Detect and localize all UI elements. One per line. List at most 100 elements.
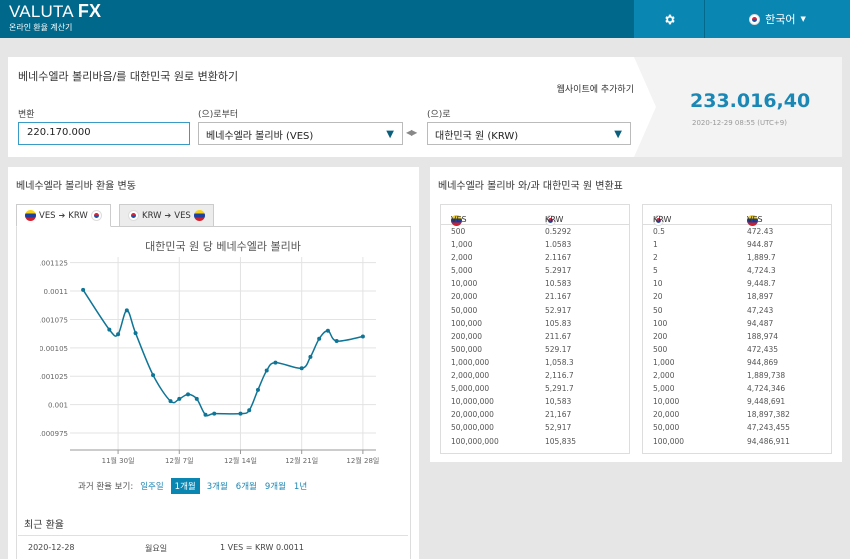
table-row: 100 94,487 <box>643 317 831 330</box>
history-title: 베네수엘라 볼리바 환율 변동 <box>16 181 136 192</box>
table-row: 2,000 2.1167 <box>441 251 629 264</box>
table-row: 100,000 94,486,911 <box>643 435 831 448</box>
table-cell: 1.0583 <box>545 240 572 250</box>
table-cell: 105.83 <box>545 318 572 328</box>
logo-fx-text: FX <box>77 1 102 21</box>
y-tick-label: 0.00105 <box>40 345 68 353</box>
from-currency-select[interactable]: 베네수엘라 볼리바 (VES) ▼ <box>198 122 403 145</box>
language-selector[interactable]: 한국어 ▼ <box>705 0 850 38</box>
table-row: 2 1,889.7 <box>643 251 831 264</box>
table-cell: 100,000 <box>653 436 685 446</box>
period-1-month[interactable]: 1개월 <box>170 478 200 494</box>
table-cell: 0.5292 <box>545 227 572 236</box>
table-row: 500,000 529.17 <box>441 343 629 356</box>
x-tick-label: 12월 7일 <box>165 456 193 465</box>
table-cell: 1,000 <box>451 240 473 250</box>
from-currency-value: 베네수엘라 볼리바 (VES) <box>206 131 314 142</box>
korea-flag-icon <box>749 13 761 25</box>
table-cell: 5 <box>653 266 658 276</box>
table-row: 10 9,448.7 <box>643 277 831 290</box>
table-cell: 1,889.7 <box>747 253 776 263</box>
language-label: 한국어 <box>765 13 796 26</box>
table-row: 1,000 944,869 <box>643 356 831 369</box>
table-row: 50,000 47,243,455 <box>643 421 831 434</box>
x-tick-label: 11월 30일 <box>102 456 135 465</box>
table-row: 200,000 211.67 <box>441 330 629 343</box>
data-point <box>299 366 304 371</box>
table-row: 10,000,000 10,583 <box>441 395 629 408</box>
korea-flag-icon <box>90 210 102 221</box>
table-cell: 10 <box>653 279 663 289</box>
table-cell: 21.167 <box>545 292 572 302</box>
table-cell: 20,000 <box>653 410 680 420</box>
table-row: 1,000,000 1,058.3 <box>441 356 629 369</box>
table-cell: 50,000,000 <box>451 423 494 433</box>
data-point <box>177 396 182 401</box>
table-cell: 2.1167 <box>545 253 572 263</box>
period-1-year[interactable]: 1년 <box>293 479 308 493</box>
period-6-months[interactable]: 6개월 <box>235 479 258 493</box>
table-row: 200 188,974 <box>643 330 831 343</box>
tab-to-code: KRW <box>68 210 88 221</box>
table-cell: 188,974 <box>747 331 779 341</box>
table-cell: 529.17 <box>545 344 572 354</box>
data-point <box>203 412 208 417</box>
data-point <box>81 287 86 292</box>
table-cell: 10,583 <box>545 397 572 407</box>
gear-icon <box>664 14 675 24</box>
column-header: KRW <box>545 215 564 224</box>
table-cell: 94,487 <box>747 318 774 328</box>
table-row: 20,000 21.167 <box>441 290 629 303</box>
from-label: (으)로부터 <box>198 110 239 120</box>
table-cell: 10.583 <box>545 279 572 289</box>
table-cell: 4,724.3 <box>747 266 776 276</box>
period-9-months[interactable]: 9개월 <box>264 479 287 493</box>
amount-input[interactable]: 220.170.000 <box>18 122 190 145</box>
tab-krw-to-ves[interactable]: KRW ➔ VES <box>119 204 214 227</box>
data-point <box>247 408 252 413</box>
table-cell: 211.67 <box>545 331 572 341</box>
table-cell: 9,448,691 <box>747 397 786 407</box>
table-row: 5,000 5.2917 <box>441 264 629 277</box>
table-body: 500 0.5292 1,000 1.0583 2,000 2.1167 5,000 5.29… <box>441 225 629 448</box>
table-row: 20 18,897 <box>643 290 831 303</box>
swap-currencies-icon[interactable]: ◀▶ <box>406 128 417 137</box>
table-row: 5 4,724.3 <box>643 264 831 277</box>
to-label: (으)로 <box>427 110 451 120</box>
data-point <box>325 328 330 333</box>
y-tick-label: 0.000975 <box>40 430 68 438</box>
table-cell: 20,000 <box>451 292 478 302</box>
table-cell: 200,000 <box>451 331 483 341</box>
y-tick-label: 0.001 <box>48 402 68 410</box>
tab-ves-to-krw[interactable]: VES ➔ KRW <box>16 204 111 227</box>
data-point <box>308 354 313 359</box>
venezuela-flag-icon <box>193 210 205 221</box>
table-row: 10,000 9,448,691 <box>643 395 831 408</box>
table-cell: 52.917 <box>545 305 572 315</box>
settings-button[interactable] <box>634 0 704 38</box>
data-point <box>186 392 191 397</box>
table-cell: 5,000 <box>653 384 675 394</box>
table-row: 5,000 4,724,346 <box>643 382 831 395</box>
data-point <box>107 327 112 332</box>
data-point <box>151 373 156 378</box>
krw-to-ves-table: KRW VES 0.5 472.43 1 944.87 2 1,889.7 5 4,724.3… <box>642 204 832 454</box>
logo[interactable]: VALUTA FX 온라인 환율 계산기 <box>9 2 101 33</box>
add-to-website-link[interactable]: 웹사이트에 추가하기 <box>557 82 634 95</box>
table-cell: 1,000 <box>653 357 675 367</box>
period-1-week[interactable]: 일주일 <box>139 479 164 493</box>
tab-to-code: VES <box>174 210 191 221</box>
table-cell: 5,000 <box>451 266 473 276</box>
recent-day: 월요일 <box>145 544 168 553</box>
data-point <box>264 368 269 373</box>
table-row: 50,000 52.917 <box>441 304 629 317</box>
recent-date: 2020-12-28 <box>28 543 75 552</box>
table-cell: 50,000 <box>451 305 478 315</box>
column-header: VES <box>747 215 763 224</box>
period-3-months[interactable]: 3개월 <box>206 479 229 493</box>
rate-chart: 대한민국 원 당 베네수엘라 볼리바 0.000975 0.001 0.001025 0… <box>40 240 379 465</box>
table-row: 500 0.5292 <box>441 225 629 238</box>
column-header: KRW <box>653 215 672 224</box>
to-currency-select[interactable]: 대한민국 원 (KRW) ▼ <box>427 122 631 145</box>
data-point <box>124 308 129 313</box>
